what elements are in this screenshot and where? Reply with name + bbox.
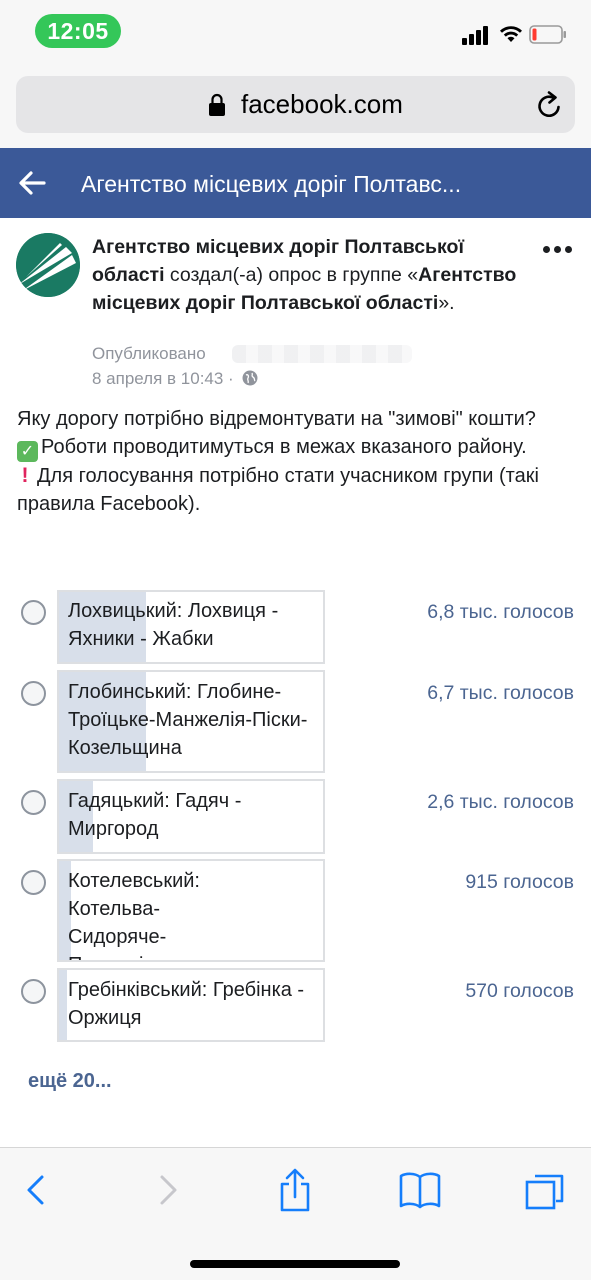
signal-icon — [462, 25, 492, 45]
poll-option-label: Лохвицький: Лохвиця - Яхники - Жабки — [68, 600, 279, 650]
browser-address-area: facebook.com — [0, 62, 591, 148]
author-avatar[interactable] — [16, 233, 80, 297]
poll-vote-count[interactable]: 570 голосов — [465, 977, 574, 1005]
poll-option-label: Котелевський: Котельва-Сидоряче-Пархомів… — [68, 870, 200, 960]
poll-vote-count[interactable]: 6,7 тыс. голосов — [427, 679, 574, 707]
post-text-note1: ✓ Роботи проводитимуться в межах вказаног… — [17, 433, 577, 462]
browser-toolbar — [0, 1147, 591, 1280]
poll-option-box[interactable]: Котелевський: Котельва-Сидоряче-Пархомів… — [57, 859, 325, 962]
post-header: Агентство місцевих доріг Полтавської обл… — [92, 233, 532, 317]
wifi-icon — [500, 26, 522, 42]
post-date: 8 апреля в 10:43 · — [92, 369, 239, 388]
poll-option-box[interactable]: Лохвицький: Лохвиця - Яхники - Жабки — [57, 590, 325, 664]
post-text-note2: ! Для голосування потрібно стати учаснико… — [17, 462, 577, 518]
post-body: Яку дорогу потрібно відремонтувати на "з… — [17, 405, 577, 518]
group-quote-open: « — [407, 264, 419, 286]
poll-vote-count[interactable]: 2,6 тыс. голосов — [427, 788, 574, 816]
status-bar: 12:05 — [0, 0, 591, 62]
redacted-area — [232, 345, 412, 363]
share-icon[interactable] — [273, 1168, 317, 1212]
poll-radio[interactable] — [21, 600, 46, 625]
check-mark-icon: ✓ — [17, 441, 38, 462]
more-options-link[interactable]: ещё 20... — [28, 1067, 112, 1095]
poll-option-label: Глобинський: Глобине-Троїцьке-Манжелія-П… — [68, 681, 308, 759]
group-quote-close: ». — [438, 292, 455, 314]
post-timestamp[interactable]: 8 апреля в 10:43 · — [92, 368, 258, 390]
road-logo-icon — [16, 233, 80, 297]
tabs-icon[interactable] — [523, 1168, 567, 1212]
poll-radio[interactable] — [21, 979, 46, 1004]
poll-option-box[interactable]: Глобинський: Глобине-Троїцьке-Манжелія-П… — [57, 670, 325, 773]
poll-option-label: Гребінківський: Гребінка - Оржиця — [68, 979, 305, 1029]
poll-option-box[interactable]: Гадяцький: Гадяч - Миргород — [57, 779, 325, 854]
lock-icon — [209, 93, 225, 116]
back-icon[interactable] — [14, 1168, 58, 1212]
reload-icon[interactable] — [536, 90, 564, 120]
poll-vote-count[interactable]: 6,8 тыс. голосов — [427, 598, 574, 626]
post-note2-text: Для голосування потрібно стати учасником… — [17, 465, 539, 515]
url-text: facebook.com — [241, 89, 403, 119]
fb-header: Агентство місцевих доріг Полтавс... — [0, 148, 591, 218]
poll-option-label: Гадяцький: Гадяч - Миргород — [68, 790, 242, 840]
bookmarks-icon[interactable] — [398, 1168, 442, 1212]
back-arrow-icon[interactable] — [18, 170, 46, 196]
poll-option-box[interactable]: Гребінківський: Гребінка - Оржиця — [57, 968, 325, 1042]
globe-icon — [242, 370, 258, 386]
published-label: Опубликовано — [92, 344, 206, 363]
more-options-icon[interactable] — [542, 244, 574, 256]
exclamation-icon: ! — [21, 464, 29, 487]
post-text-question: Яку дорогу потрібно відремонтувати на "з… — [17, 408, 536, 430]
battery-icon — [529, 25, 566, 44]
poll-radio[interactable] — [21, 681, 46, 706]
poll-radio[interactable] — [21, 870, 46, 895]
poll-radio[interactable] — [21, 790, 46, 815]
post-action: создал(-а) опрос в группе — [164, 264, 408, 286]
status-time: 12:05 — [35, 14, 121, 48]
home-indicator — [190, 1260, 400, 1268]
address-bar[interactable]: facebook.com — [16, 76, 575, 133]
post-note1-text: Роботи проводитимуться в межах вказаного… — [41, 436, 527, 458]
header-title: Агентство місцевих доріг Полтавс... — [81, 171, 462, 197]
forward-icon[interactable] — [146, 1168, 190, 1212]
poll-vote-count[interactable]: 915 голосов — [465, 868, 574, 896]
